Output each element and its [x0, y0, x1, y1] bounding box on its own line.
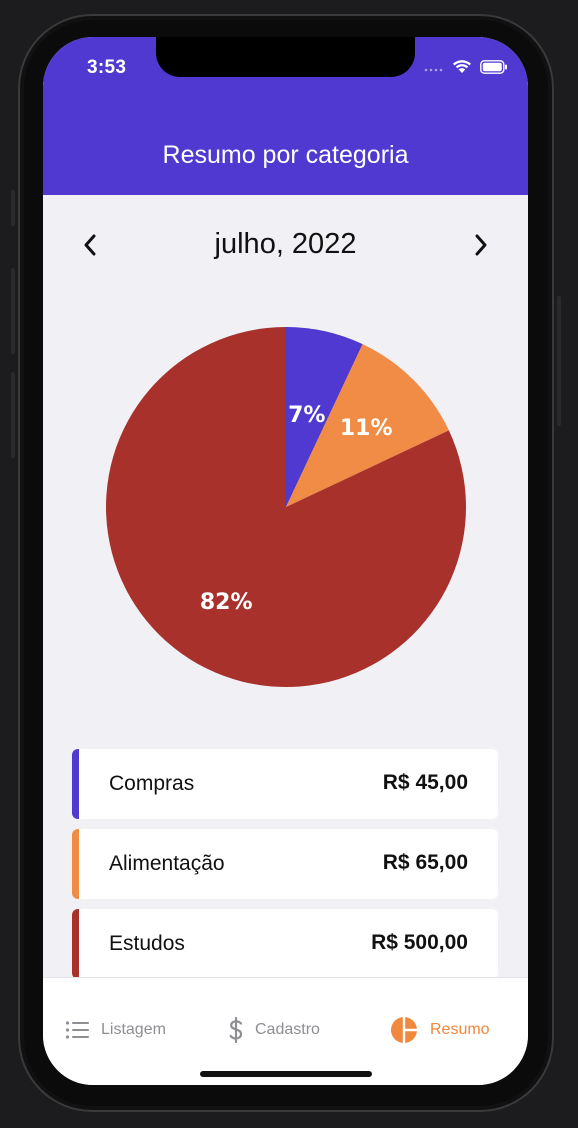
tab-cadastro[interactable]: Cadastro — [229, 1016, 320, 1044]
pie-slice-label: 11% — [340, 416, 393, 441]
category-item-alimentacao[interactable]: Alimentação R$ 65,00 — [72, 829, 498, 899]
tab-listagem[interactable]: Listagem — [65, 1016, 166, 1044]
category-value: R$ 500,00 — [371, 931, 468, 954]
bottom-tab-bar: Listagem Cadastro Resumo — [43, 977, 528, 1085]
chevron-right-icon — [475, 234, 487, 256]
app-screen: 3:53 Resumo por categoria julho, 2022 7%… — [43, 37, 528, 1085]
category-item-compras[interactable]: Compras R$ 45,00 — [72, 749, 498, 819]
dollar-icon — [229, 1017, 243, 1043]
tab-label: Resumo — [430, 1021, 490, 1038]
current-month-label: julho, 2022 — [214, 228, 357, 260]
home-indicator — [200, 1071, 372, 1077]
next-month-button[interactable] — [461, 225, 501, 265]
page-title: Resumo por categoria — [162, 141, 409, 169]
pie-chart-icon — [391, 1017, 417, 1043]
status-time: 3:53 — [87, 57, 127, 78]
power-button — [557, 296, 561, 426]
category-value: R$ 65,00 — [382, 851, 468, 874]
category-pie-chart: 7% 11% 82% — [106, 327, 467, 687]
pie-slice-label: 7% — [288, 403, 325, 428]
list-icon — [65, 1021, 89, 1039]
signal-icon — [424, 60, 444, 78]
month-navigator: julho, 2022 — [43, 225, 528, 265]
volume-up-button — [11, 268, 15, 354]
category-color-bar — [72, 829, 79, 899]
category-color-bar — [72, 749, 79, 819]
pie-slice-label: 82% — [200, 590, 253, 615]
mute-switch — [11, 190, 15, 226]
tab-label: Cadastro — [255, 1021, 320, 1038]
category-name: Alimentação — [109, 852, 225, 875]
notch — [156, 37, 415, 77]
volume-down-button — [11, 372, 15, 458]
category-list: Compras R$ 45,00 Alimentação R$ 65,00 Es… — [72, 749, 498, 989]
category-name: Compras — [109, 772, 195, 795]
category-item-estudos[interactable]: Estudos R$ 500,00 — [72, 909, 498, 979]
tab-label: Listagem — [101, 1021, 166, 1038]
category-color-bar — [72, 909, 79, 979]
category-name: Estudos — [109, 932, 185, 955]
category-value: R$ 45,00 — [382, 771, 468, 794]
wifi-icon — [452, 59, 472, 79]
status-icons — [424, 59, 508, 79]
battery-icon — [480, 59, 508, 79]
tab-resumo[interactable]: Resumo — [390, 1016, 490, 1044]
